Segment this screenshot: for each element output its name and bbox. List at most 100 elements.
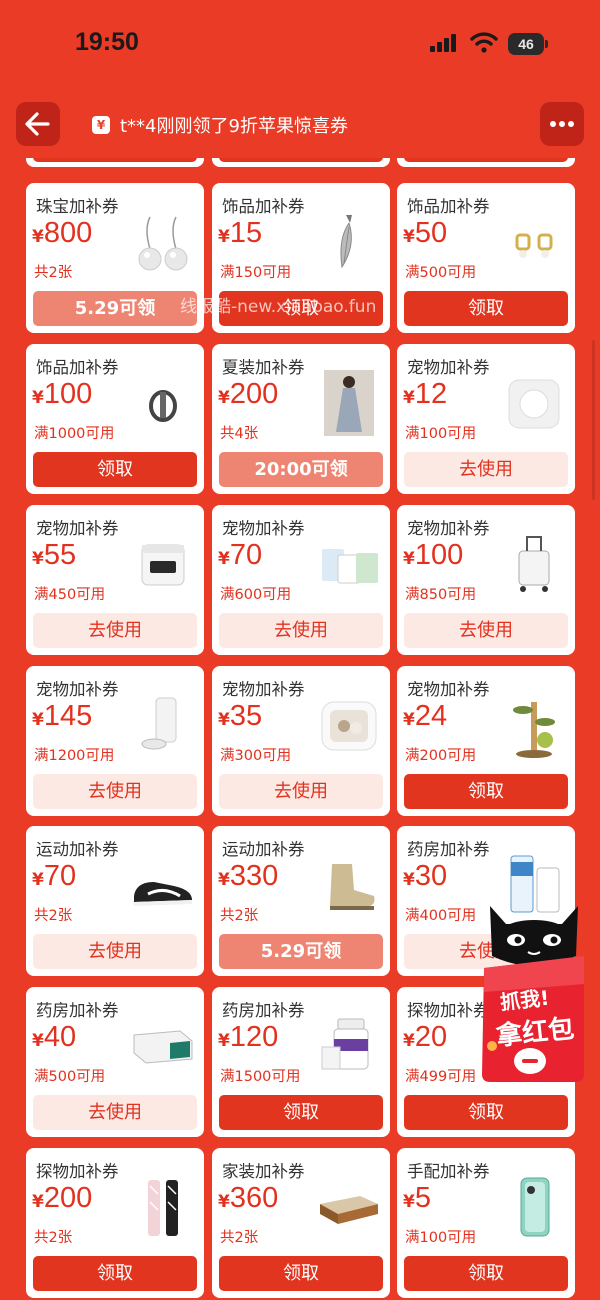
coupon-card: 宠物加补券 ¥12 满100可用 去使用 [397,344,575,494]
coupon-claim-button[interactable]: 领取 [219,1256,383,1291]
coupon-card: 家装加补券 ¥360 共2张 领取 [212,1148,390,1298]
coupon-title: 夏装加补券 [222,358,305,377]
coupon-amount-value: 40 [43,1021,77,1053]
coupon-title: 饰品加补券 [36,358,119,377]
currency-symbol: ¥ [218,1192,230,1212]
coupon-claim-button[interactable]: 领取 [404,1256,568,1291]
dress-icon [316,370,382,436]
coupon-condition: 满500可用 [405,265,477,281]
coupon-condition: 满1500可用 [220,1069,301,1085]
coupon-title: 宠物加补券 [222,680,305,699]
coupon-amount-value: 50 [414,217,448,249]
coupon-amount: ¥35 [218,700,262,733]
coupon-use-button[interactable]: 去使用 [219,613,383,648]
coupon-claim-button[interactable]: 领取 [404,1095,568,1130]
coupon-condition: 满450可用 [34,587,106,603]
coupon-use-button[interactable]: 去使用 [404,613,568,648]
coupon-use-button[interactable]: 去使用 [33,934,197,969]
scrollbar[interactable] [592,340,595,500]
coupon-amount-value: 55 [43,539,77,571]
litter-boxes-icon [316,531,382,597]
coupon-condition: 满400可用 [405,908,477,924]
more-button[interactable] [540,102,584,146]
currency-symbol: ¥ [32,388,44,408]
coupon-card: 宠物加补券 ¥70 满600可用去使用 [212,505,390,655]
coupon-use-button[interactable]: 去使用 [219,774,383,809]
coupon-use-button[interactable]: 去使用 [33,613,197,648]
pet-feeder-icon [130,692,196,758]
pet-box-icon [501,370,567,436]
coupon-amount-value: 30 [414,860,448,892]
pet-trolley-icon [501,531,567,597]
coupon-amount-value: 100 [43,378,93,410]
battery-level: 46 [508,33,544,55]
water-fountain-icon [130,531,196,597]
coupon-card: 运动加补券 ¥70 共2张去使用 [26,826,204,976]
coupon-title: 饰品加补券 [222,197,305,216]
coupon-use-button[interactable]: 去使用 [33,774,197,809]
coupon-card: 宠物加补券 ¥35 满300可用 去使用 [212,666,390,816]
coupon-condition: 满600可用 [220,587,292,603]
coupon-condition: 共2张 [34,908,73,924]
coupon-amount: ¥70 [32,860,76,893]
coupon-condition: 共2张 [220,1230,259,1246]
coupon-amount-value: 200 [229,378,279,410]
coupon-card: 宠物加补券 ¥100 满850可用 去使用 [397,505,575,655]
coupon-title: 药房加补券 [407,840,490,859]
nav-bar: ¥ t**4刚刚领了9折苹果惊喜券 [0,98,600,152]
coupon-timed-button[interactable]: 5.29可领 [33,291,197,326]
coupon-claim-button[interactable]: 领取 [219,1095,383,1130]
coupon-card: 手配加补券 ¥5 满100可用 领取 [397,1148,575,1298]
claim-notification-marquee: ¥ t**4刚刚领了9折苹果惊喜券 [92,112,348,138]
coupon-amount-value: 330 [229,860,279,892]
coupon-card: 宠物加补券 ¥145 满1200可用 去使用 [26,666,204,816]
coupon-title: 运动加补券 [36,840,119,859]
coupon-claim-button[interactable]: 领取 [404,774,568,809]
coupon-card: 饰品加补券 ¥100 满1000可用 领取 [26,344,204,494]
coupon-amount: ¥330 [218,860,278,893]
signal-icon [430,34,462,52]
pet-dryer-icon [316,692,382,758]
coupon-title: 宠物加补券 [407,519,490,538]
coupon-amount: ¥360 [218,1182,278,1215]
coupon-amount-value: 20 [414,1021,448,1053]
coupon-card: 宠物加补券 ¥24 满200可用 领取 [397,666,575,816]
coupon-title: 宠物加补券 [222,519,305,538]
watermark-text: 线报酷-new.xianbao.fun [180,297,377,317]
back-button[interactable] [16,102,60,146]
boot-icon [316,852,382,918]
status-time: 19:50 [75,28,139,56]
coupon-claim-button[interactable]: 领取 [33,452,197,487]
coupon-timed-button[interactable]: 5.29可领 [219,934,383,969]
coupon-amount-value: 145 [43,700,93,732]
coupon-amount-value: 360 [229,1182,279,1214]
coupon-use-button[interactable]: 去使用 [33,1095,197,1130]
coupon-amount: ¥145 [32,700,92,733]
coupon-condition: 共2张 [220,908,259,924]
coupon-amount-value: 35 [229,700,263,732]
coupon-amount-value: 70 [229,539,263,571]
coupon-title: 药房加补券 [36,1001,119,1020]
coupon-title: 宠物加补券 [407,358,490,377]
currency-symbol: ¥ [403,227,415,247]
coupon-claim-button[interactable]: 领取 [33,1256,197,1291]
coupon-amount: ¥24 [403,700,447,733]
coupon-amount: ¥800 [32,217,92,250]
battery-icon: 46 [508,33,548,55]
grab-red-packet-button[interactable]: 抓我! 拿红包 [478,896,590,1096]
coupon-amount-value: 100 [414,539,464,571]
coupon-claim-button[interactable]: 领取 [404,291,568,326]
coupon-amount: ¥120 [218,1021,278,1054]
coupon-timed-button[interactable]: 20:00可领 [219,452,383,487]
coupon-card: 药房加补券 ¥40 满500可用 去使用 [26,987,204,1137]
coupon-condition: 共2张 [34,265,73,281]
coupon-amount: ¥15 [218,217,262,250]
coupon-title: 运动加补券 [222,840,305,859]
coupon-title: 探物加补券 [36,1162,119,1181]
currency-symbol: ¥ [218,227,230,247]
coupon-use-button[interactable]: 去使用 [404,452,568,487]
currency-symbol: ¥ [403,1192,415,1212]
coupon-amount: ¥30 [403,860,447,893]
coupon-title: 宠物加补券 [36,519,119,538]
coupon-amount: ¥70 [218,539,262,572]
